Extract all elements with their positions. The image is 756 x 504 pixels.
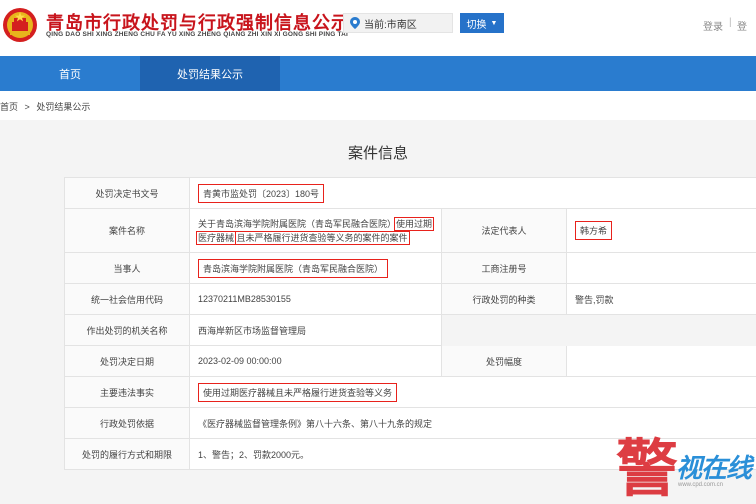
basis-label: 行政处罚依据 bbox=[64, 407, 190, 439]
table-row: 处罚决定书文号 青黄市监处罚〔2023〕180号 bbox=[64, 177, 756, 209]
authority-value: 西海岸新区市场监督管理局 bbox=[189, 314, 442, 346]
location-value: 市南区 bbox=[386, 19, 417, 31]
penalty-type-value: 警告,罚款 bbox=[565, 283, 756, 315]
table-row: 案件名称 关于青岛滨海学院附属医院（青岛军民融合医院）使用过期 医疗器械 且未严… bbox=[64, 208, 756, 253]
table-row: 主要违法事实 使用过期医疗器械且未严格履行进货查验等义务 bbox=[64, 376, 756, 408]
table-row: 行政处罚依据 《医疗器械监督管理条例》第八十六条、第八十九条的规定 bbox=[64, 407, 756, 439]
execution-label: 处罚的履行方式和期限 bbox=[64, 438, 190, 470]
main-nav: 首页 处罚结果公示 bbox=[0, 56, 756, 91]
table-row: 统一社会信用代码 12370211MB28530155 行政处罚的种类 警告,罚… bbox=[64, 283, 756, 315]
case-info-table: 处罚决定书文号 青黄市监处罚〔2023〕180号 案件名称 关于青岛滨海学院附属… bbox=[64, 177, 756, 470]
table-row: 作出处罚的机关名称 西海岸新区市场监督管理局 bbox=[64, 314, 756, 346]
party-cell: 青岛滨海学院附属医院（青岛军民融合医院） bbox=[189, 252, 442, 284]
decision-date-value: 2023-02-09 00:00:00 bbox=[189, 345, 442, 377]
biz-reg-value bbox=[565, 252, 756, 284]
case-name-part3: 医疗器械 bbox=[195, 230, 237, 245]
case-name-part2: 使用过期 bbox=[394, 216, 435, 231]
breadcrumb-home[interactable]: 首页 bbox=[0, 102, 18, 112]
biz-reg-label: 工商注册号 bbox=[441, 252, 567, 284]
decision-no-cell: 青黄市监处罚〔2023〕180号 bbox=[188, 177, 756, 209]
case-name-cell: 关于青岛滨海学院附属医院（青岛军民融合医院）使用过期 医疗器械 且未严格履行进货… bbox=[189, 208, 442, 253]
violation-label: 主要违法事实 bbox=[64, 376, 190, 408]
violation-value: 使用过期医疗器械且未严格履行进货查验等义务 bbox=[198, 382, 398, 402]
breadcrumb-separator: > bbox=[24, 102, 30, 112]
credit-code-value: 12370211MB28530155 bbox=[189, 283, 442, 315]
caret-down-icon: ▼ bbox=[490, 19, 498, 27]
case-info-panel: 案件信息 处罚决定书文号 青黄市监处罚〔2023〕180号 案件名称 关于青岛滨… bbox=[0, 120, 756, 504]
case-name-part4: 且未严格履行进货查验等义务的案件的案件 bbox=[234, 230, 410, 245]
authority-label: 作出处罚的机关名称 bbox=[64, 314, 190, 346]
national-emblem-icon bbox=[3, 8, 37, 42]
nav-home[interactable]: 首页 bbox=[0, 56, 140, 91]
login-link[interactable]: 登录 bbox=[703, 18, 723, 33]
login-separator: | bbox=[729, 17, 732, 28]
party-label: 当事人 bbox=[64, 252, 190, 284]
basis-value: 《医疗器械监督管理条例》第八十六条、第八十九条的规定 bbox=[188, 407, 756, 439]
decision-no-label: 处罚决定书文号 bbox=[64, 177, 190, 209]
site-subtitle-pinyin: QING DAO SHI XING ZHENG CHU FA YU XING Z… bbox=[46, 31, 349, 38]
location-display: 当前: 市南区 bbox=[343, 13, 453, 33]
decision-no-value: 青黄市监处罚〔2023〕180号 bbox=[198, 183, 325, 203]
switch-location-button[interactable]: 切换 ▼ bbox=[460, 13, 504, 33]
case-info-title: 案件信息 bbox=[347, 145, 408, 162]
case-name-part1: 关于青岛滨海学院附属医院（青岛军民融合医院） bbox=[198, 218, 397, 229]
legal-rep-value: 韩方希 bbox=[575, 221, 613, 240]
table-row: 当事人 青岛滨海学院附属医院（青岛军民融合医院） 工商注册号 bbox=[64, 252, 756, 284]
penalty-type-label: 行政处罚的种类 bbox=[441, 283, 567, 315]
breadcrumb: 首页 > 处罚结果公示 bbox=[0, 100, 94, 113]
legal-rep-label: 法定代表人 bbox=[441, 208, 567, 253]
breadcrumb-current[interactable]: 处罚结果公示 bbox=[36, 102, 90, 112]
decision-date-label: 处罚决定日期 bbox=[64, 345, 190, 377]
nav-penalty-results[interactable]: 处罚结果公示 bbox=[140, 56, 280, 91]
legal-rep-cell: 韩方希 bbox=[565, 208, 756, 253]
violation-cell: 使用过期医疗器械且未严格履行进货查验等义务 bbox=[188, 376, 756, 408]
location-prefix: 当前: bbox=[364, 19, 387, 31]
credit-code-label: 统一社会信用代码 bbox=[64, 283, 190, 315]
penalty-range-label: 处罚幅度 bbox=[441, 345, 567, 377]
register-link[interactable]: 登 bbox=[737, 18, 747, 33]
party-value: 青岛滨海学院附属医院（青岛军民融合医院） bbox=[198, 258, 389, 278]
penalty-range-value bbox=[565, 345, 756, 377]
table-row: 处罚决定日期 2023-02-09 00:00:00 处罚幅度 bbox=[64, 345, 756, 377]
execution-value: 1、警告；2、罚款2000元。 bbox=[188, 438, 756, 470]
table-row: 处罚的履行方式和期限 1、警告；2、罚款2000元。 bbox=[64, 438, 756, 470]
switch-label: 切换 bbox=[466, 19, 487, 31]
site-header: 青岛市行政处罚与行政强制信息公示平台 QING DAO SHI XING ZHE… bbox=[0, 0, 756, 56]
location-pin-icon bbox=[350, 17, 360, 29]
case-name-label: 案件名称 bbox=[64, 208, 190, 253]
empty-cell bbox=[440, 314, 756, 346]
